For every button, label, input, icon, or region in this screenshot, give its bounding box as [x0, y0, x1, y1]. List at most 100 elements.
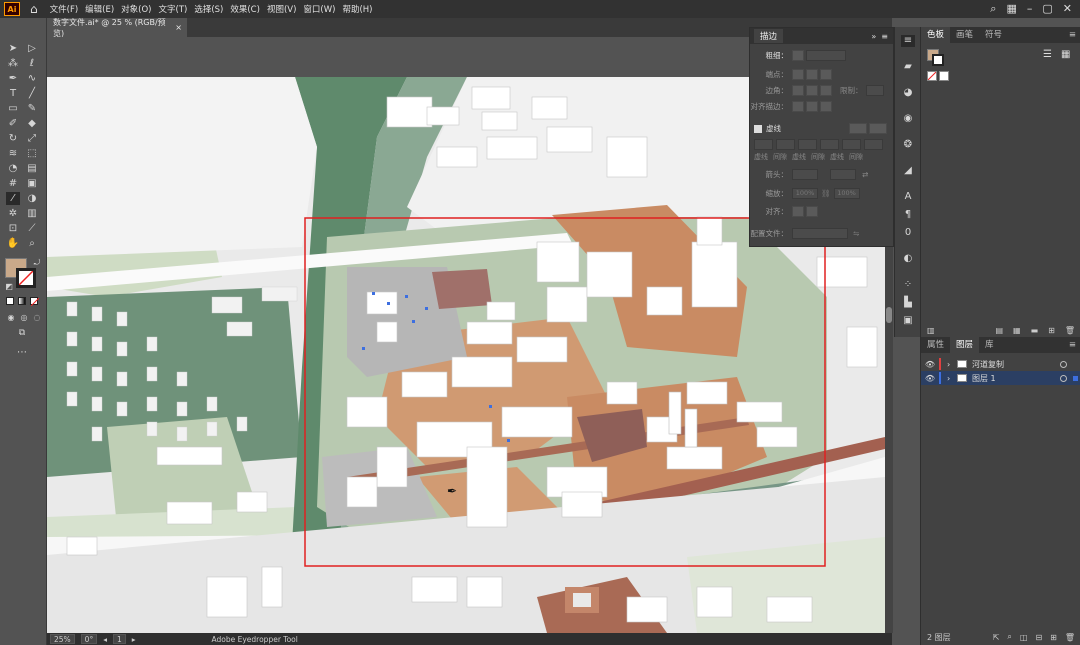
limit-input[interactable] — [865, 85, 884, 96]
butt-cap-button[interactable] — [792, 69, 804, 80]
minimize-icon[interactable]: – — [1027, 2, 1033, 16]
bevel-join-button[interactable] — [820, 85, 832, 96]
color-guide-icon[interactable]: ◉ — [901, 113, 915, 125]
slice-tool-icon[interactable]: ⟋ — [25, 222, 39, 235]
menu-effect[interactable]: 效果(C) — [230, 3, 260, 15]
panel-menu-icon[interactable]: ≡ — [881, 32, 888, 41]
prev-artboard-icon[interactable]: ◂ — [103, 635, 107, 644]
zoom-tool-icon[interactable]: ⌕ — [25, 237, 39, 250]
swatch-registration[interactable] — [939, 71, 949, 81]
dash-preserve-button[interactable] — [849, 123, 867, 134]
layer-name[interactable]: 河道复制 — [972, 359, 1004, 370]
visibility-eye-icon[interactable]: 👁 — [921, 360, 939, 369]
align-icon[interactable]: ▙ — [901, 297, 915, 309]
swap-fill-stroke-icon[interactable]: ⤾ — [30, 256, 44, 269]
arrow-extend-button[interactable] — [792, 206, 804, 217]
lasso-icon[interactable]: ℓ — [25, 57, 39, 70]
new-group-icon[interactable]: ▬ — [1031, 326, 1039, 335]
round-cap-button[interactable] — [806, 69, 818, 80]
tab-libraries[interactable]: 库 — [979, 337, 1000, 353]
new-layer-icon[interactable]: ⊞ — [1050, 633, 1057, 642]
selection-tool-icon[interactable]: ➤ — [6, 42, 20, 55]
dash-input-2[interactable] — [798, 139, 817, 150]
menu-edit[interactable]: 编辑(E) — [85, 3, 114, 15]
blend-tool-icon[interactable]: ◑ — [25, 192, 39, 205]
search-icon[interactable]: ⌕ — [990, 2, 996, 16]
screen-mode-icon[interactable]: ⧉ — [15, 327, 29, 340]
new-swatch-icon[interactable]: ⊞ — [1048, 326, 1055, 335]
swatch-stroke-preview[interactable] — [932, 54, 944, 66]
curvature-tool-icon[interactable]: ∿ — [25, 72, 39, 85]
flip-profile-icon[interactable]: ⇋ — [853, 229, 859, 238]
swatches-menu-icon[interactable]: ≡ — [1069, 30, 1076, 40]
document-tab[interactable]: 数字文件.ai* @ 25 % (RGB/预览) × — [47, 18, 187, 38]
round-join-button[interactable] — [806, 85, 818, 96]
zoom-field[interactable]: 25% — [50, 634, 75, 644]
appearance-icon[interactable]: ❂ — [901, 139, 915, 151]
next-artboard-icon[interactable]: ▸ — [132, 635, 136, 644]
direct-selection-tool-icon[interactable]: ▷ — [25, 42, 39, 55]
layer-target-icon[interactable] — [1060, 374, 1067, 382]
scroll-thumb[interactable] — [886, 307, 892, 323]
warp-tool-icon[interactable]: ≋ — [6, 147, 20, 160]
opentype-icon[interactable]: 0 — [901, 227, 915, 239]
mesh-tool-icon[interactable]: # — [6, 177, 20, 190]
dashed-line-checkbox[interactable] — [754, 124, 762, 133]
color-mode-icon[interactable] — [6, 297, 14, 305]
graph-tool-icon[interactable]: ▥ — [25, 207, 39, 220]
stroke-panel-tab[interactable]: 描边 — [754, 29, 784, 43]
dash-align-button[interactable] — [869, 123, 887, 134]
gradient-mode-icon[interactable] — [18, 297, 26, 305]
close-window-icon[interactable]: ✕ — [1063, 2, 1072, 16]
weight-stepper[interactable] — [792, 50, 804, 61]
swatch-none[interactable] — [927, 71, 937, 81]
edit-toolbar-icon[interactable]: ⋯ — [15, 346, 29, 359]
tab-swatches[interactable]: 色板 — [921, 27, 951, 43]
new-sublayer-icon[interactable]: ⊟ — [1035, 633, 1042, 642]
maximize-icon[interactable]: ▢ — [1042, 2, 1052, 16]
clipping-mask-icon[interactable]: ◫ — [1020, 633, 1028, 642]
stroke-swatch[interactable] — [16, 268, 36, 288]
menu-select[interactable]: 选择(S) — [194, 3, 223, 15]
home-icon[interactable]: ⌂ — [30, 2, 38, 16]
paragraph-icon[interactable]: ¶ — [901, 209, 915, 221]
collapse-panel-icon[interactable]: » — [871, 32, 876, 41]
layer-target-icon[interactable] — [1060, 360, 1067, 368]
profile-select[interactable] — [792, 228, 848, 239]
pen-tool-icon[interactable]: ✒ — [6, 72, 20, 85]
dash-input-1[interactable] — [754, 139, 773, 150]
rotation-field[interactable]: 0° — [80, 634, 98, 644]
link-scale-icon[interactable]: ⛓ — [821, 189, 831, 198]
eyedropper-tool-icon[interactable]: ⁄ — [6, 192, 20, 205]
swap-arrows-icon[interactable]: ⇄ — [862, 170, 868, 179]
menu-object[interactable]: 对象(O) — [121, 3, 151, 15]
stroke-panel-icon[interactable]: ≡ — [901, 35, 915, 47]
miter-join-button[interactable] — [792, 85, 804, 96]
start-arrow-select[interactable] — [792, 169, 818, 180]
tab-symbols[interactable]: 符号 — [979, 27, 1008, 43]
list-view-icon[interactable]: ☰ — [1043, 49, 1052, 60]
dash-input-3[interactable] — [842, 139, 861, 150]
gap-input-3[interactable] — [864, 139, 883, 150]
type-tool-icon[interactable]: T — [6, 87, 20, 100]
artboard-tool-icon[interactable]: ⊡ — [6, 222, 20, 235]
align-inside-button[interactable] — [806, 101, 818, 112]
draw-behind-icon[interactable]: ◎ — [17, 311, 31, 324]
hand-tool-icon[interactable]: ✋ — [6, 237, 20, 250]
eraser-icon[interactable]: ◆ — [25, 117, 39, 130]
align-outside-button[interactable] — [820, 101, 832, 112]
line-tool-icon[interactable]: ╱ — [25, 87, 39, 100]
delete-swatch-icon[interactable]: 🗑 — [1065, 326, 1075, 335]
menu-type[interactable]: 文字(T) — [159, 3, 188, 15]
end-scale-input[interactable]: 100% — [833, 188, 860, 199]
menu-help[interactable]: 帮助(H) — [342, 3, 372, 15]
locate-object-icon[interactable]: ⌕ — [1007, 632, 1011, 642]
character-icon[interactable]: A — [901, 191, 915, 203]
align-center-button[interactable] — [792, 101, 804, 112]
draw-inside-icon[interactable]: ◌ — [30, 311, 44, 324]
tab-brushes[interactable]: 画笔 — [950, 27, 979, 43]
default-fill-stroke-icon[interactable]: ◩ — [2, 280, 16, 293]
arrow-place-button[interactable] — [806, 206, 818, 217]
gradient-panel-icon[interactable]: ◢ — [901, 165, 915, 177]
gradient-tool-icon[interactable]: ▣ — [25, 177, 39, 190]
